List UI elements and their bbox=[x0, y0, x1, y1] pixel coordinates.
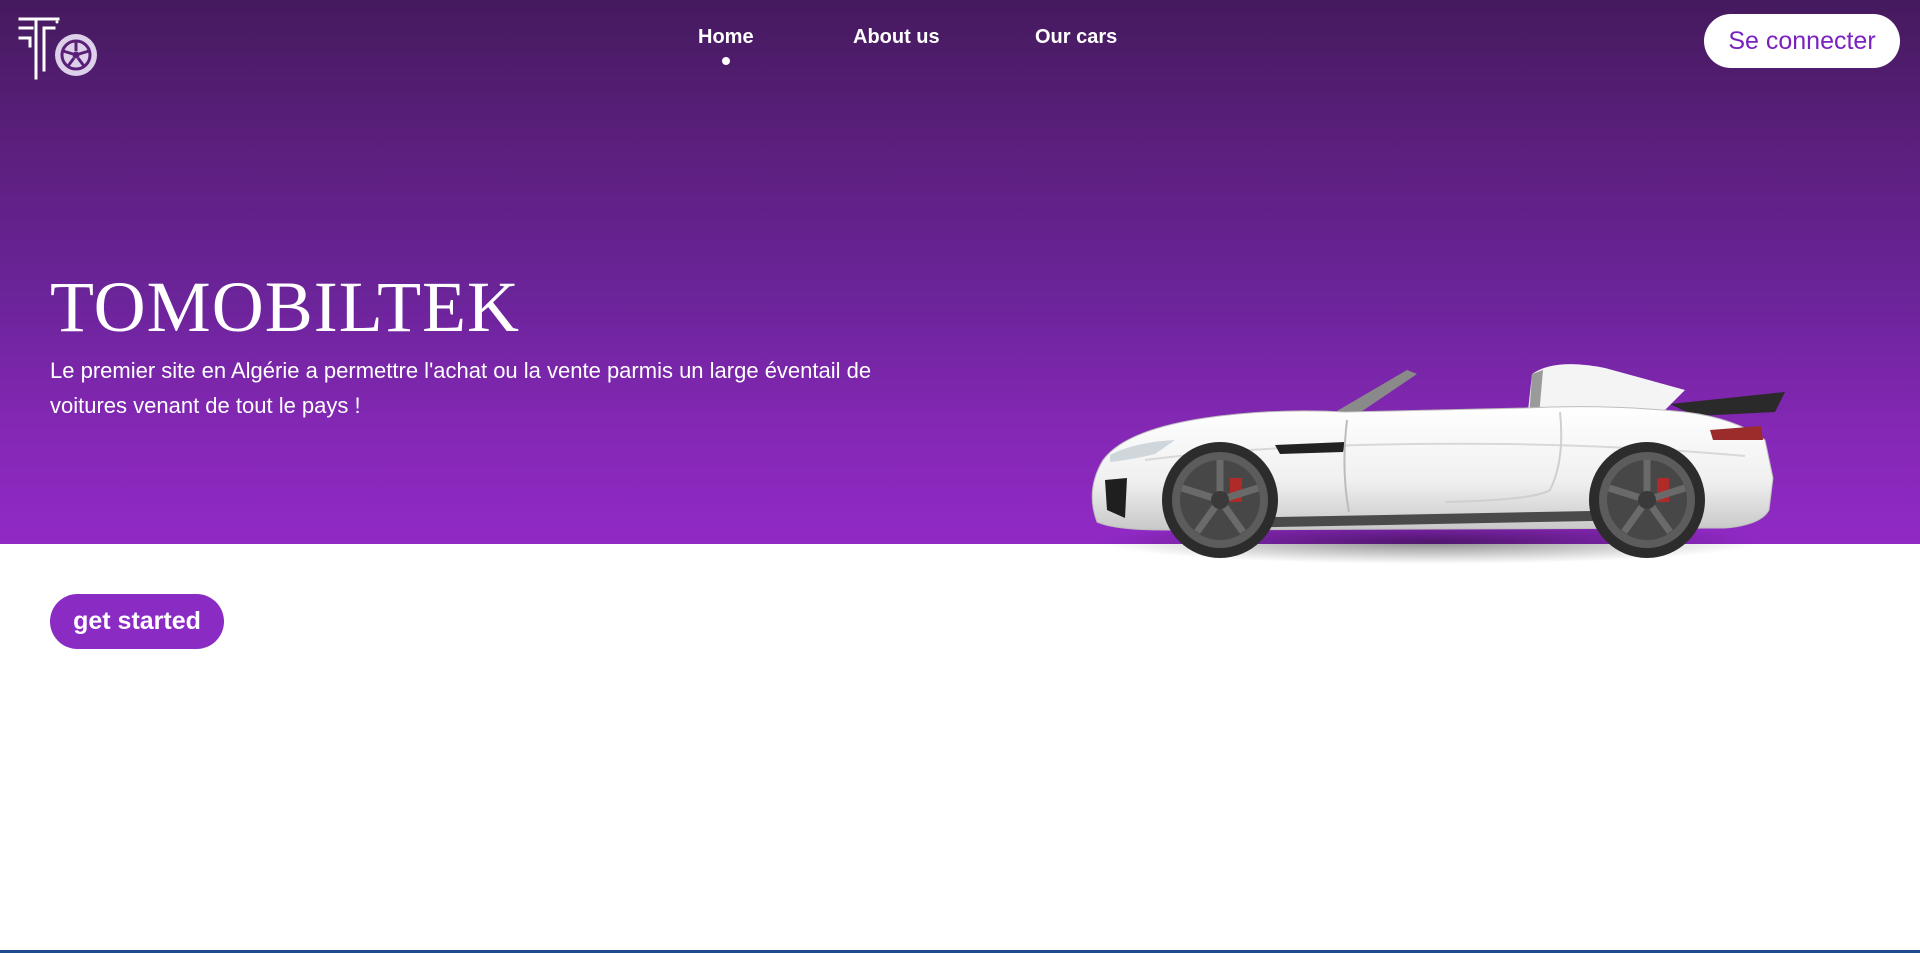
active-nav-indicator bbox=[722, 57, 730, 65]
car-image bbox=[1085, 360, 1785, 570]
nav-home-link[interactable]: Home bbox=[698, 26, 754, 49]
login-button[interactable]: Se connecter bbox=[1704, 14, 1900, 68]
nav-cars-link[interactable]: Our cars bbox=[1035, 26, 1117, 49]
page: Home About us Our cars Se connecter TOMO… bbox=[0, 0, 1920, 953]
hero-subtitle: Le premier site en Algérie a permettre l… bbox=[50, 358, 872, 418]
nav-about-link[interactable]: About us bbox=[853, 26, 940, 49]
hero-title: TOMOBILTEK bbox=[50, 267, 521, 347]
main-nav: Home About us Our cars bbox=[0, 26, 1920, 66]
get-started-button[interactable]: get started bbox=[50, 594, 224, 649]
